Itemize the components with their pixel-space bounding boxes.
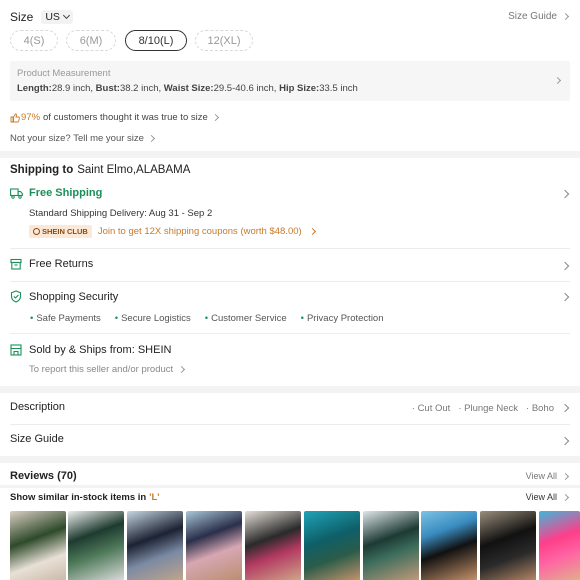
delivery-estimate: Standard Shipping Delivery: Aug 31 - Sep… — [29, 208, 213, 219]
size-option-4s[interactable]: 4(S) — [10, 30, 58, 51]
chevron-right-icon — [308, 227, 316, 236]
product-thumbnail[interactable] — [304, 511, 360, 580]
fit-percent: 97% — [21, 112, 41, 123]
length-label: Length: — [17, 83, 52, 94]
chevron-right-icon — [561, 12, 570, 21]
security-item: Customer Service — [205, 313, 287, 324]
measurement-values: Length:28.9 inch, Bust:38.2 inch, Waist … — [17, 83, 358, 94]
bust-label: Bust: — [95, 83, 120, 94]
returns-box-icon — [10, 258, 22, 270]
chevron-right-icon — [178, 365, 186, 374]
region-label: US — [45, 11, 60, 23]
reviews-view-all[interactable]: View All — [525, 471, 570, 481]
shield-icon — [10, 290, 22, 303]
club-logo-icon — [33, 228, 40, 235]
size-guide-link-label: Size Guide — [508, 11, 557, 22]
true-to-size[interactable]: 97% of customers thought it was true to … — [10, 112, 570, 123]
waist-label: Waist Size: — [163, 83, 214, 94]
product-thumbnail[interactable] — [363, 511, 419, 580]
security-item: Privacy Protection — [301, 313, 384, 324]
security-features: Safe Payments Secure Logistics Customer … — [30, 313, 570, 324]
shipping-prefix: Shipping to — [10, 164, 74, 176]
size-option-12xl[interactable]: 12(XL) — [195, 30, 253, 51]
shopping-security-label: Shopping Security — [29, 290, 119, 303]
shein-club-badge: SHEIN CLUB — [29, 225, 92, 238]
hip-label: Hip Size: — [279, 83, 320, 94]
product-thumbnail[interactable] — [186, 511, 242, 580]
chevron-right-icon — [561, 472, 570, 480]
description-tag: · Plunge Neck — [458, 403, 518, 414]
size-option-8-10l[interactable]: 8/10(L) — [125, 30, 187, 51]
divider — [10, 333, 570, 334]
size-guide-label: Size Guide — [10, 433, 64, 445]
size-option-6m[interactable]: 6(M) — [66, 30, 116, 51]
product-thumbnail[interactable] — [68, 511, 124, 580]
description-label: Description — [10, 401, 66, 413]
product-measurement-box[interactable]: Product Measurement Length:28.9 inch, Bu… — [10, 61, 570, 101]
security-item: Safe Payments — [30, 313, 100, 324]
shipping-location: Saint Elmo,ALABAMA — [77, 164, 191, 176]
product-thumbnail[interactable] — [10, 511, 66, 580]
similar-view-all[interactable]: View All — [525, 492, 570, 502]
size-guide-link[interactable]: Size Guide — [508, 11, 570, 22]
waist-value: 29.5-40.6 inch, — [213, 83, 277, 94]
similar-items-header: Show similar in-stock items in 'L' — [10, 492, 570, 503]
store-icon — [10, 344, 22, 356]
section-divider — [0, 151, 580, 158]
description-tag: · Cut Out — [411, 403, 451, 414]
club-badge-label: SHEIN CLUB — [42, 227, 88, 236]
section-divider — [0, 386, 580, 393]
sold-by-row: Sold by & Ships from: SHEIN — [10, 344, 570, 356]
divider — [10, 281, 570, 282]
chevron-right-icon — [211, 113, 219, 122]
security-item: Secure Logistics — [115, 313, 191, 324]
length-value: 28.9 inch, — [51, 83, 94, 94]
report-seller-label: To report this seller and/or product — [29, 364, 174, 375]
divider — [10, 248, 570, 249]
club-promo-text: Join to get 12X shipping coupons (worth … — [97, 226, 302, 237]
not-your-size-link[interactable]: Not your size? Tell me your size — [10, 133, 570, 144]
section-divider — [0, 485, 580, 488]
product-thumbnail[interactable] — [421, 511, 477, 580]
free-returns-label: Free Returns — [29, 258, 94, 270]
chevron-right-icon — [553, 76, 562, 85]
truck-icon — [10, 187, 23, 199]
description-tags: · Cut Out · Plunge Neck · Boho — [412, 403, 554, 414]
free-shipping-row[interactable]: Free Shipping — [10, 187, 570, 199]
bust-value: 38.2 inch, — [119, 83, 162, 94]
size-guide-row[interactable]: Size Guide — [10, 433, 570, 445]
chevron-down-icon — [62, 11, 70, 20]
shein-club-promo[interactable]: SHEIN CLUB Join to get 12X shipping coup… — [29, 225, 570, 238]
free-shipping-label: Free Shipping — [29, 187, 103, 199]
product-thumbnail[interactable] — [127, 511, 183, 580]
size-label: Size — [10, 10, 34, 24]
thumbs-up-icon — [10, 113, 20, 122]
chevron-right-icon — [147, 134, 155, 143]
free-returns-row[interactable]: Free Returns — [10, 258, 570, 270]
section-divider — [0, 456, 580, 463]
not-your-size-label: Not your size? Tell me your size — [10, 133, 144, 144]
divider — [10, 424, 570, 425]
description-tag: · Boho — [526, 403, 554, 414]
size-header: Size US — [10, 9, 570, 25]
fit-text: of customers thought it was true to size — [43, 112, 208, 123]
reviews-header: Reviews (70) — [10, 470, 570, 482]
reviews-view-all-label: View All — [525, 471, 557, 481]
similar-view-all-label: View All — [525, 492, 557, 502]
hip-value: 33.5 inch — [319, 83, 358, 94]
similar-prefix: Show similar in-stock items in — [10, 492, 147, 503]
similar-size: 'L' — [149, 492, 160, 503]
report-seller-link[interactable]: To report this seller and/or product — [29, 364, 570, 375]
product-thumbnail[interactable] — [245, 511, 301, 580]
sold-by-label: Sold by & Ships from: SHEIN — [29, 344, 172, 356]
chevron-right-icon — [561, 493, 570, 501]
measurement-title: Product Measurement — [17, 68, 111, 79]
reviews-label: Reviews (70) — [10, 470, 77, 482]
product-thumbnail[interactable] — [480, 511, 536, 580]
shopping-security-row[interactable]: Shopping Security — [10, 290, 570, 303]
shipping-to: Shipping to Saint Elmo,ALABAMA — [10, 164, 570, 176]
product-thumbnail[interactable] — [539, 511, 580, 580]
region-selector[interactable]: US — [41, 10, 73, 24]
